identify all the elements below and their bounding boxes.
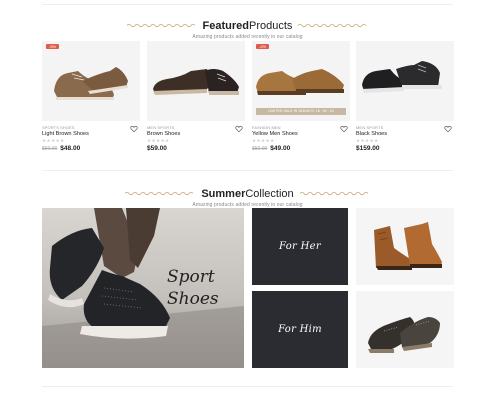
- bottom-divider: [42, 386, 453, 387]
- wave-ornament-left: [126, 23, 195, 28]
- product-price: $59.00: [147, 145, 245, 152]
- product-name[interactable]: Black Shoes: [356, 131, 454, 137]
- section-divider: [42, 170, 453, 171]
- wave-ornament-right: [299, 191, 368, 196]
- top-divider: [42, 4, 453, 5]
- featured-header: FeaturedProducts Amazing products added …: [0, 15, 495, 40]
- product-image[interactable]: [356, 41, 454, 121]
- wishlist-heart-icon[interactable]: [444, 125, 452, 133]
- dark-loafers-illustration: [368, 317, 440, 353]
- wave-ornament-right: [298, 23, 367, 28]
- product-price: $50.00 $48.00: [42, 145, 140, 152]
- product-image[interactable]: -2% LIMITED SALE IN 353DAYS: 18 : 00 : 2…: [252, 41, 350, 121]
- brown-boots-illustration: [374, 222, 442, 270]
- rating-stars: ★★★★★: [252, 138, 275, 143]
- summer-header: SummerCollection Amazing products added …: [0, 183, 495, 208]
- featured-subtitle: Amazing products added recently in our c…: [192, 34, 303, 40]
- wishlist-heart-icon[interactable]: [340, 125, 348, 133]
- wishlist-heart-icon[interactable]: [130, 125, 138, 133]
- product-card[interactable]: MEN SPORTS Brown Shoes ★★★★★ $59.00: [147, 41, 245, 152]
- current-price: $59.00: [147, 145, 167, 152]
- for-her-tile[interactable]: For Her: [252, 208, 348, 285]
- summer-title: SummerCollection: [125, 188, 369, 200]
- sport-shoes-banner[interactable]: Sport Shoes: [42, 208, 244, 368]
- featured-title-rest: Products: [249, 19, 293, 32]
- shoes-word: Shoes: [167, 289, 219, 309]
- product-card[interactable]: MEN SPORTS Black Shoes ★★★★★ $159.00: [356, 41, 454, 152]
- discount-badge: -5%: [46, 44, 60, 49]
- featured-title-bold: Featured: [202, 19, 250, 32]
- product-image[interactable]: -5%: [42, 41, 140, 121]
- for-him-tile[interactable]: For Him: [252, 291, 348, 368]
- rating-stars: ★★★★★: [42, 138, 65, 143]
- product-name[interactable]: Light Brown Shoes: [42, 131, 140, 137]
- brown-shoe-illustration: [153, 69, 239, 95]
- old-price: $50.00: [252, 146, 268, 152]
- rating-stars: ★★★★★: [356, 138, 379, 143]
- product-category[interactable]: MEN SPORTS: [147, 125, 245, 130]
- old-price: $50.00: [42, 146, 58, 152]
- product-price: $159.00: [356, 145, 454, 152]
- featured-title: FeaturedProducts: [126, 19, 369, 32]
- women-boots-tile[interactable]: [356, 208, 454, 285]
- current-price: $159.00: [356, 145, 380, 152]
- light-brown-shoe-illustration: [54, 67, 128, 100]
- product-category[interactable]: MEN SPORTS: [356, 125, 454, 130]
- product-card[interactable]: -2% LIMITED SALE IN 353DAYS: 18 : 00 : 2…: [252, 41, 350, 152]
- rating-stars: ★★★★★: [147, 138, 170, 143]
- product-name[interactable]: Brown Shoes: [147, 131, 245, 137]
- for-her-label: For Her: [279, 241, 321, 252]
- summer-title-rest: Collection: [245, 187, 294, 200]
- product-card[interactable]: -5% SPORTS SHOES Light Brown Shoes ★★★★★…: [42, 41, 140, 152]
- countdown-sale-banner: LIMITED SALE IN 353DAYS: 18 : 00 : 24: [256, 108, 346, 115]
- discount-badge: -2%: [256, 44, 270, 49]
- product-name[interactable]: Yellow Men Shoes: [252, 131, 350, 137]
- current-price: $49.00: [270, 145, 291, 152]
- current-price: $48.00: [60, 145, 81, 152]
- for-him-label: For Him: [278, 324, 322, 335]
- product-category[interactable]: SPORTS SHOES: [42, 125, 140, 130]
- black-shoe-illustration: [362, 61, 442, 93]
- summer-title-bold: Summer: [201, 187, 246, 200]
- wave-ornament-left: [125, 191, 194, 196]
- product-image[interactable]: [147, 41, 245, 121]
- sport-word: Sport: [167, 267, 215, 287]
- wishlist-heart-icon[interactable]: [235, 125, 243, 133]
- men-loafers-tile[interactable]: [356, 291, 454, 368]
- sport-shoes-heading: Sport Shoes: [167, 266, 219, 310]
- product-price: $50.00 $49.00: [252, 145, 350, 152]
- product-category[interactable]: FASHION MEN: [252, 125, 350, 130]
